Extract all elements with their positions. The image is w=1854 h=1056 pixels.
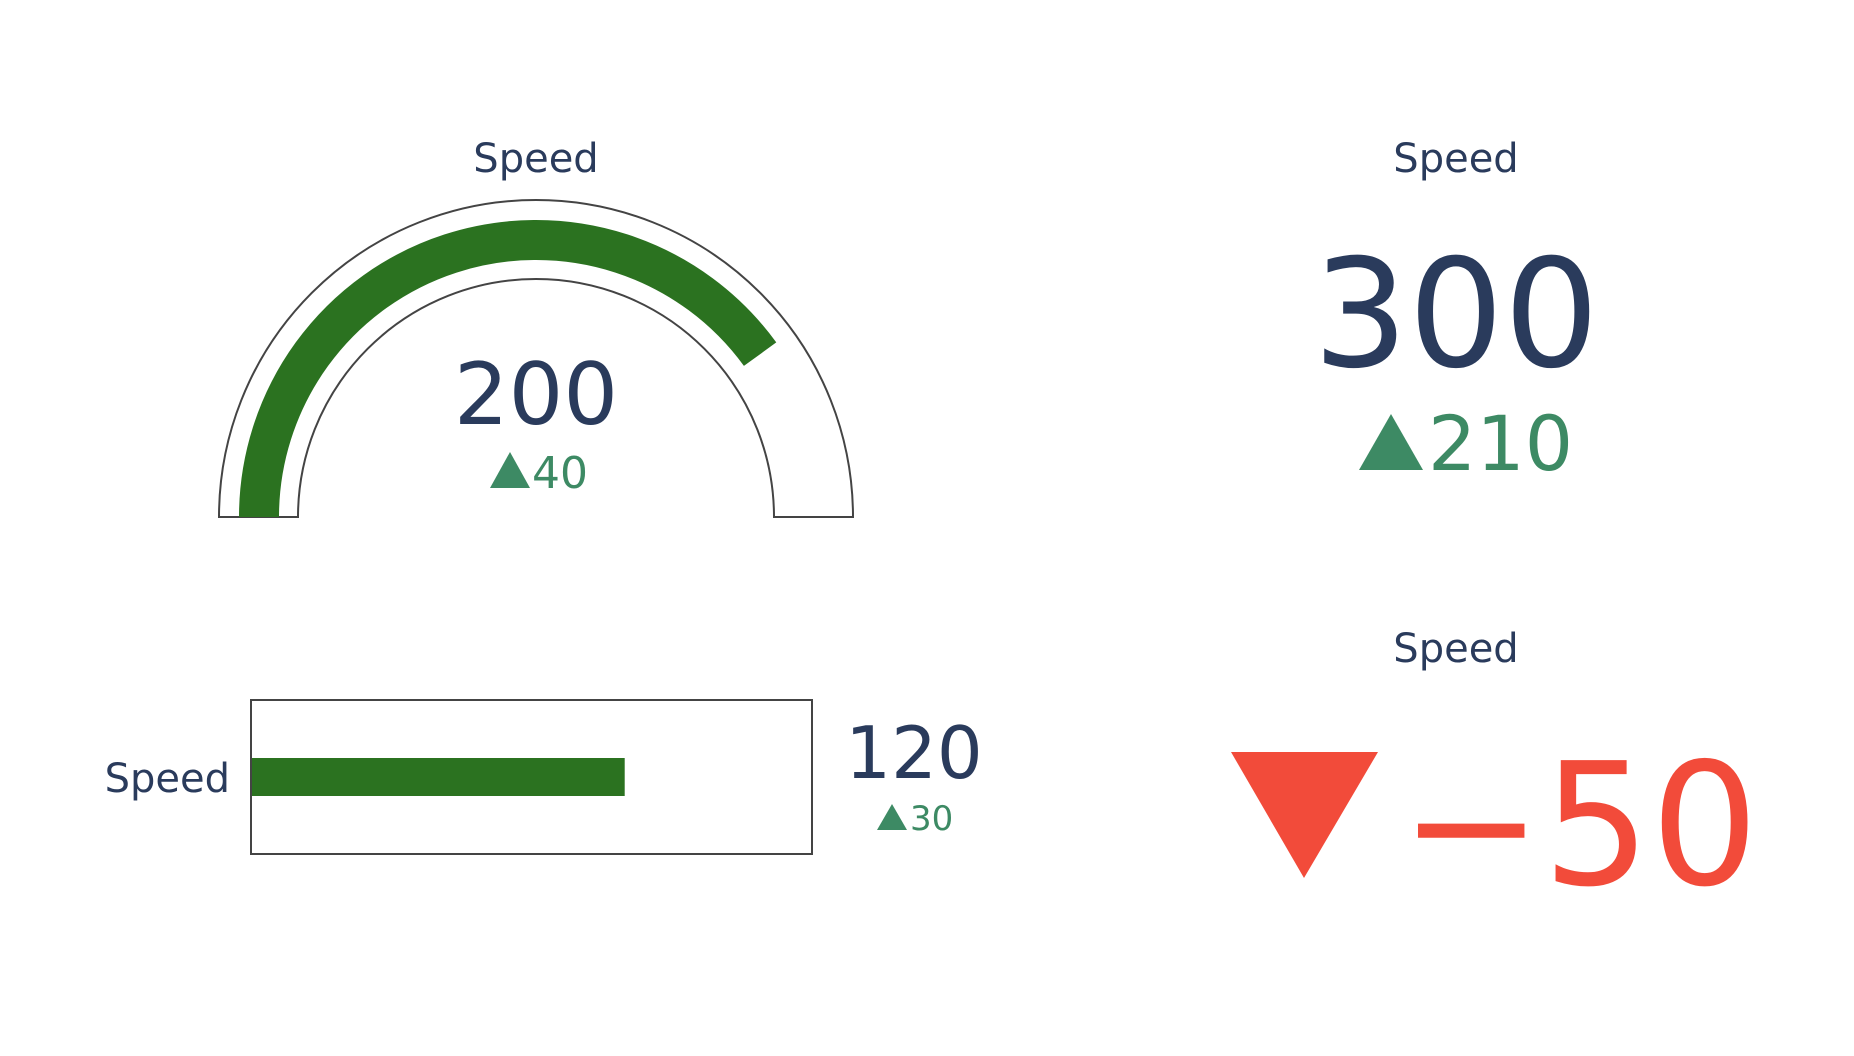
- number-delta-up-icon: [1359, 414, 1423, 470]
- number-delta-value: 210: [1428, 399, 1573, 488]
- gauge-delta-value: 40: [532, 448, 588, 499]
- bullet-value-bar: [252, 758, 625, 796]
- indicator-dashboard: Speed 200 40 Speed 300 210 Speed 120 30 …: [105, 136, 1759, 925]
- gauge-delta-up-icon: [490, 452, 530, 488]
- bullet-delta-up-icon: [877, 804, 907, 830]
- bullet-delta-value: 30: [910, 799, 953, 839]
- delta-title: Speed: [1393, 626, 1518, 672]
- delta-indicator: Speed −50: [1231, 626, 1759, 925]
- number-value: 300: [1313, 228, 1599, 402]
- gauge-indicator: Speed 200 40: [217, 136, 855, 518]
- bullet-value: 120: [845, 711, 982, 795]
- delta-down-icon: [1231, 752, 1378, 878]
- gauge-value: 200: [454, 345, 618, 445]
- bullet-title: Speed: [105, 756, 230, 802]
- gauge-title: Speed: [473, 136, 598, 182]
- delta-value: −50: [1400, 727, 1759, 925]
- number-indicator: Speed 300 210: [1313, 136, 1599, 488]
- bullet-indicator: Speed 120 30: [105, 699, 983, 855]
- number-title: Speed: [1393, 136, 1518, 182]
